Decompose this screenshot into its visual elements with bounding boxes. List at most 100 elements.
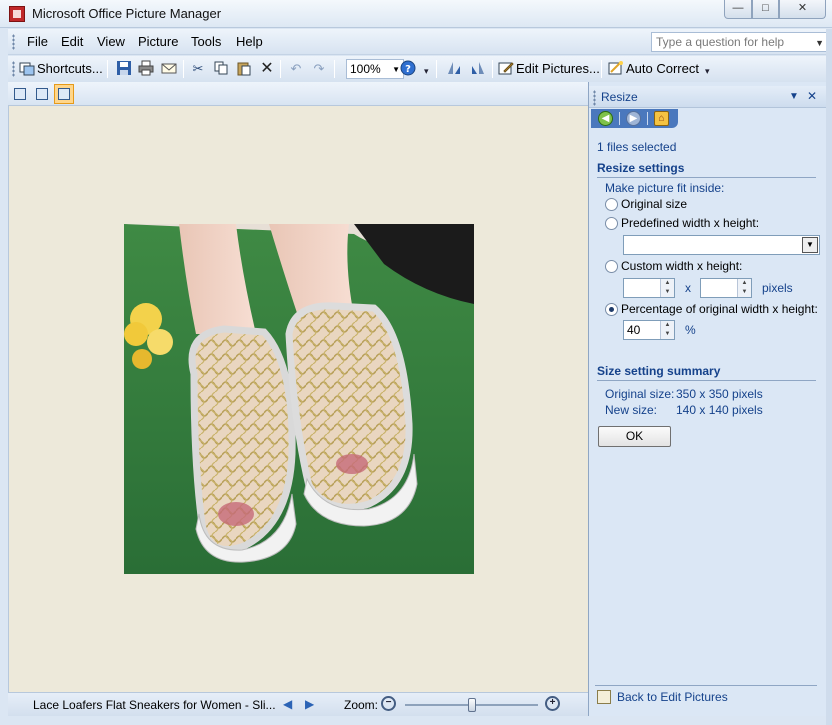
edit-pictures-label: Edit Pictures...: [516, 61, 600, 76]
spin-up-icon[interactable]: ▲: [661, 321, 674, 330]
picture-preview-image[interactable]: [124, 224, 474, 574]
toolbar-grip-handle[interactable]: [12, 61, 15, 77]
view-mode-bar: [8, 82, 588, 106]
pane-forward-icon[interactable]: ▶: [626, 111, 641, 126]
custom-width-spinner[interactable]: ▲ ▼: [660, 279, 674, 297]
previous-picture-icon[interactable]: ◀: [283, 697, 295, 711]
pane-footer-divider: [595, 685, 817, 686]
pane-home-icon[interactable]: ⌂: [654, 111, 669, 126]
task-pane-navigation: ◀ ▶ ⌂: [591, 109, 678, 128]
menu-picture[interactable]: Picture: [138, 34, 178, 49]
help-dropdown-arrow-icon[interactable]: ▼: [815, 34, 824, 52]
title-bar: Microsoft Office Picture Manager — □ ✕: [0, 0, 832, 28]
new-size-label: New size:: [605, 403, 658, 417]
back-to-edit-pictures-link[interactable]: Back to Edit Pictures: [617, 690, 728, 704]
next-picture-icon[interactable]: ▶: [305, 697, 317, 711]
size-summary-heading: Size setting summary: [597, 364, 816, 381]
filmstrip-icon: [36, 88, 48, 100]
edit-pictures-back-icon[interactable]: [597, 690, 611, 704]
help-search-input[interactable]: Type a question for help ▼: [651, 32, 828, 52]
spin-down-icon[interactable]: ▼: [661, 330, 674, 339]
menu-view[interactable]: View: [97, 34, 125, 49]
fit-inside-label: Make picture fit inside:: [605, 181, 725, 195]
custom-size-radio[interactable]: [605, 260, 618, 273]
pane-back-icon[interactable]: ◀: [598, 111, 613, 126]
single-picture-view-button[interactable]: [54, 84, 74, 104]
toolbar-separator: [436, 60, 437, 78]
predefined-size-radio[interactable]: [605, 217, 618, 230]
cut-icon[interactable]: ✂: [189, 60, 207, 78]
filmstrip-view-button[interactable]: [32, 84, 52, 104]
custom-height-spinner[interactable]: ▲ ▼: [737, 279, 751, 297]
task-pane-close-icon[interactable]: ✕: [807, 89, 817, 103]
copy-icon[interactable]: [212, 60, 230, 78]
close-button[interactable]: ✕: [779, 0, 826, 19]
spin-down-icon[interactable]: ▼: [661, 288, 674, 297]
menu-help[interactable]: Help: [236, 34, 263, 49]
predefined-dropdown-arrow-icon[interactable]: ▼: [802, 237, 818, 253]
zoom-slider-thumb[interactable]: [468, 698, 476, 712]
predefined-size-option-label[interactable]: Predefined width x height:: [621, 216, 759, 230]
spin-up-icon[interactable]: ▲: [738, 279, 751, 288]
zoom-slider[interactable]: [405, 698, 538, 712]
files-selected-count: 1 files selected: [597, 140, 677, 154]
original-size-option-label[interactable]: Original size: [621, 197, 687, 211]
percentage-option-label[interactable]: Percentage of original width x height:: [621, 302, 818, 316]
window-right-border: [826, 29, 832, 725]
original-size-value: 350 x 350 pixels: [676, 387, 763, 401]
predefined-size-select[interactable]: ▼: [623, 235, 820, 255]
toolbar-separator: [601, 60, 602, 78]
menu-edit[interactable]: Edit: [61, 34, 83, 49]
custom-height-input[interactable]: ▲ ▼: [700, 278, 752, 298]
menu-file[interactable]: File: [27, 34, 48, 49]
rotate-left-icon[interactable]: [445, 60, 463, 78]
zoom-out-icon[interactable]: −: [381, 696, 396, 711]
help-icon[interactable]: ?: [399, 60, 417, 78]
redo-icon[interactable]: ↷: [310, 60, 328, 78]
percentage-input-value: 40: [627, 323, 641, 337]
picture-preview-area: [8, 106, 588, 692]
minimize-button[interactable]: —: [724, 0, 752, 19]
spin-down-icon[interactable]: ▼: [738, 288, 751, 297]
auto-correct-button[interactable]: Auto Correct: [608, 60, 699, 78]
task-pane-menu-icon[interactable]: ▼: [789, 91, 799, 102]
ok-button[interactable]: OK: [598, 426, 671, 447]
save-icon[interactable]: [115, 60, 133, 78]
menu-tools[interactable]: Tools: [191, 34, 221, 49]
rotate-right-icon[interactable]: [469, 60, 487, 78]
zoom-label: Zoom:: [344, 698, 379, 712]
spin-up-icon[interactable]: ▲: [661, 279, 674, 288]
toolbar-separator: [280, 60, 281, 78]
help-search-placeholder: Type a question for help: [656, 35, 785, 49]
email-icon[interactable]: [160, 60, 178, 78]
percentage-input[interactable]: 40 ▲ ▼: [623, 320, 675, 340]
custom-size-option-label[interactable]: Custom width x height:: [621, 259, 742, 273]
toolbar-overflow-chevron-icon[interactable]: ▾: [424, 66, 429, 77]
delete-icon[interactable]: ✕: [258, 60, 276, 78]
zoom-in-icon[interactable]: +: [545, 696, 560, 711]
maximize-button[interactable]: □: [752, 0, 779, 19]
original-size-radio[interactable]: [605, 198, 618, 211]
standard-toolbar: Shortcuts... ✂ ✕ ↶ ↷ 100% ▼ ? ▾ Edit Pic…: [8, 56, 826, 82]
auto-correct-label: Auto Correct: [626, 61, 699, 76]
current-file-name: Lace Loafers Flat Sneakers for Women - S…: [33, 698, 276, 712]
menu-grip-handle[interactable]: [12, 34, 15, 50]
print-icon[interactable]: [137, 60, 155, 78]
undo-icon[interactable]: ↶: [287, 60, 305, 78]
auto-correct-icon: [608, 61, 623, 75]
shortcuts-button[interactable]: Shortcuts...: [19, 60, 103, 78]
percentage-size-radio[interactable]: [605, 303, 618, 316]
edit-pictures-button[interactable]: Edit Pictures...: [498, 60, 600, 78]
toolbar-separator: [334, 60, 335, 78]
zoom-percentage-value: 100%: [350, 62, 381, 76]
toolbar-separator: [492, 60, 493, 78]
paste-icon[interactable]: [235, 60, 253, 78]
custom-width-input[interactable]: ▲ ▼: [623, 278, 675, 298]
resize-task-pane: Resize ▼ ✕ ◀ ▶ ⌂ 1 files selected Resize…: [588, 82, 826, 716]
menu-bar: File Edit View Picture Tools Help Type a…: [8, 29, 828, 55]
thumbnail-view-button[interactable]: [10, 84, 30, 104]
percentage-spinner[interactable]: ▲ ▼: [660, 321, 674, 339]
task-pane-grip-handle[interactable]: [593, 90, 596, 106]
toolbar-overflow-chevron-icon[interactable]: ▾: [705, 66, 710, 77]
zoom-percentage-select[interactable]: 100% ▼: [346, 59, 404, 79]
